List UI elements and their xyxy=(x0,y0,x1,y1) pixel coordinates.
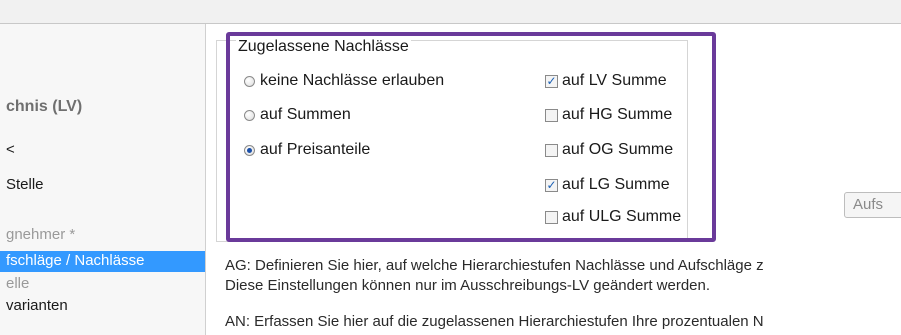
nav-heading: chnis (LV) xyxy=(6,98,83,115)
checkbox-ulg-sum[interactable]: auf ULG Summe xyxy=(545,208,681,226)
checkbox-box[interactable] xyxy=(545,210,558,224)
nav-item[interactable]: Stelle xyxy=(6,176,44,193)
checkbox-og-sum[interactable]: auf OG Summe xyxy=(545,141,673,159)
checkbox-label: auf ULG Summe xyxy=(562,208,682,225)
checkmark-icon[interactable]: ✓ xyxy=(545,74,558,88)
checkbox-label: auf LV Summe xyxy=(562,72,667,89)
groupbox-title: Zugelassene Nachlässe xyxy=(236,38,411,56)
surcharges-button[interactable]: Aufs xyxy=(844,192,901,218)
panel-divider xyxy=(205,24,206,335)
radio-label: auf Preisanteile xyxy=(260,141,371,158)
checkbox-box[interactable] xyxy=(545,108,558,122)
checkbox-label: auf LG Summe xyxy=(562,176,670,193)
radio-button[interactable] xyxy=(244,109,255,121)
radio-on-price-parts[interactable]: auf Preisanteile xyxy=(244,141,370,159)
nav-item[interactable]: < xyxy=(6,141,15,158)
radio-button[interactable] xyxy=(244,75,255,87)
radio-on-sums[interactable]: auf Summen xyxy=(244,106,351,124)
nav-item[interactable]: elle xyxy=(6,275,29,292)
nav-item-selected[interactable]: fschläge / Nachlässe xyxy=(0,251,205,272)
info-text-an-line1: AN: Erfassen Sie hier auf die zugelassen… xyxy=(225,313,764,330)
checkbox-label: auf HG Summe xyxy=(562,106,673,123)
checkbox-box[interactable] xyxy=(545,143,558,157)
radio-button-selected[interactable] xyxy=(244,144,255,156)
checkbox-hg-sum[interactable]: auf HG Summe xyxy=(545,106,672,124)
top-toolbar xyxy=(0,0,901,24)
checkmark-icon[interactable]: ✓ xyxy=(545,178,558,192)
info-text-ag-line2: Diese Einstellungen können nur im Aussch… xyxy=(225,277,711,294)
nav-item-selected-label: fschläge / Nachlässe xyxy=(6,252,145,269)
radio-label: auf Summen xyxy=(260,106,351,123)
checkbox-label: auf OG Summe xyxy=(562,141,674,158)
nav-item[interactable]: gnehmer * xyxy=(6,226,75,243)
checkbox-lv-sum[interactable]: ✓ auf LV Summe xyxy=(545,72,667,90)
checkbox-lg-sum[interactable]: ✓ auf LG Summe xyxy=(545,176,670,194)
info-text-ag-line1: AG: Definieren Sie hier, auf welche Hier… xyxy=(225,257,764,274)
radio-label: keine Nachlässe erlauben xyxy=(260,72,445,89)
radio-no-discounts[interactable]: keine Nachlässe erlauben xyxy=(244,72,444,90)
nav-item[interactable]: varianten xyxy=(6,297,68,314)
